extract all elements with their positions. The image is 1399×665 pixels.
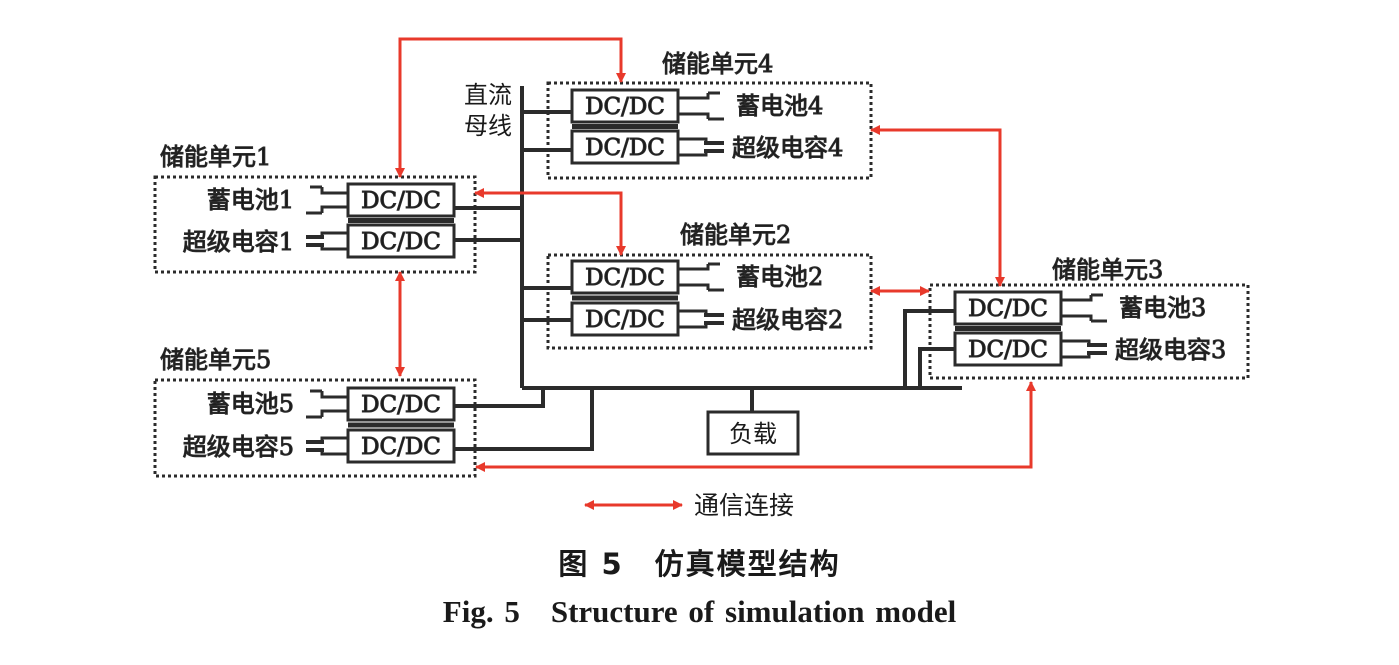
unit-3-converter-label: DC/DC <box>968 337 1048 363</box>
unit-3-supercap-label: 超级电容3 <box>1115 336 1226 364</box>
unit-4-battery-icon <box>678 91 724 121</box>
unit-5-converter-label: DC/DC <box>361 392 441 418</box>
unit-4-battery-label: 蓄电池4 <box>736 92 823 120</box>
legend-label: 通信连接 <box>694 491 794 520</box>
unit-1-supercap-label: 超级电容1 <box>183 228 294 256</box>
unit-2-battery-icon <box>678 262 724 292</box>
unit-1-supercap-icon <box>306 231 348 251</box>
caption-english: Fig. 5 Structure of simulation model <box>442 594 957 629</box>
unit-2-supercap-icon <box>678 309 724 329</box>
comm-link-1-2 <box>474 188 626 256</box>
caption-chinese: 图 5 仿真模型结构 <box>558 547 841 581</box>
unit-1-converter-label: DC/DC <box>361 229 441 255</box>
unit-4-converter-label: DC/DC <box>585 94 665 120</box>
storage-unit-1: 储能单元1 DC/DC DC/DC 蓄电池1 超级电容1 <box>153 143 477 274</box>
unit-2-converter-label: DC/DC <box>585 307 665 333</box>
unit-1-battery-label: 蓄电池1 <box>207 186 294 214</box>
unit-3-supercap-icon <box>1061 339 1107 359</box>
unit-1-battery-icon <box>306 185 348 215</box>
unit-2-supercap-label: 超级电容2 <box>732 306 843 334</box>
storage-unit-3: 储能单元3DC/DCDC/DC蓄电池3超级电容3 <box>928 256 1250 380</box>
unit-1-title: 储能单元1 <box>160 143 271 171</box>
unit-5-supercap-label: 超级电容5 <box>183 433 294 461</box>
unit-2-battery-label: 蓄电池2 <box>736 263 823 291</box>
unit-4-supercap-icon <box>678 137 724 157</box>
dc-bus-label-line1: 直流 <box>464 81 512 109</box>
storage-unit-5: 储能单元5 DC/DC DC/DC 蓄电池5 超级电容5 <box>153 346 477 478</box>
load-label: 负载 <box>729 420 777 448</box>
unit-4-converter-label: DC/DC <box>585 135 665 161</box>
unit-5-battery-label: 蓄电池5 <box>207 390 294 418</box>
unit-5-title: 储能单元5 <box>160 346 271 374</box>
unit-1-converter-label: DC/DC <box>361 188 441 214</box>
unit-4-supercap-label: 超级电容4 <box>732 134 843 162</box>
storage-unit-4: 储能单元4 DC/DC DC/DC 蓄电池4 超级电容4 <box>546 50 873 180</box>
unit-4-title: 储能单元4 <box>662 50 773 78</box>
unit-5-battery-icon <box>306 389 348 419</box>
storage-unit-2: 储能单元2 DC/DC DC/DC 蓄电池2 超级电容2 <box>546 221 873 350</box>
unit-3-title: 储能单元3 <box>1052 256 1163 284</box>
unit-3-converter-label: DC/DC <box>968 296 1048 322</box>
comm-link-4-3 <box>870 125 1005 287</box>
unit-5-converter-label: DC/DC <box>361 434 441 460</box>
dc-bus-label-line2: 母线 <box>464 112 512 140</box>
unit-5-supercap-icon <box>306 436 348 456</box>
unit-3-battery-icon <box>1061 293 1107 323</box>
unit-3-battery-label: 蓄电池3 <box>1119 294 1206 322</box>
unit-2-converter-label: DC/DC <box>585 265 665 291</box>
unit-2-title: 储能单元2 <box>680 221 791 249</box>
